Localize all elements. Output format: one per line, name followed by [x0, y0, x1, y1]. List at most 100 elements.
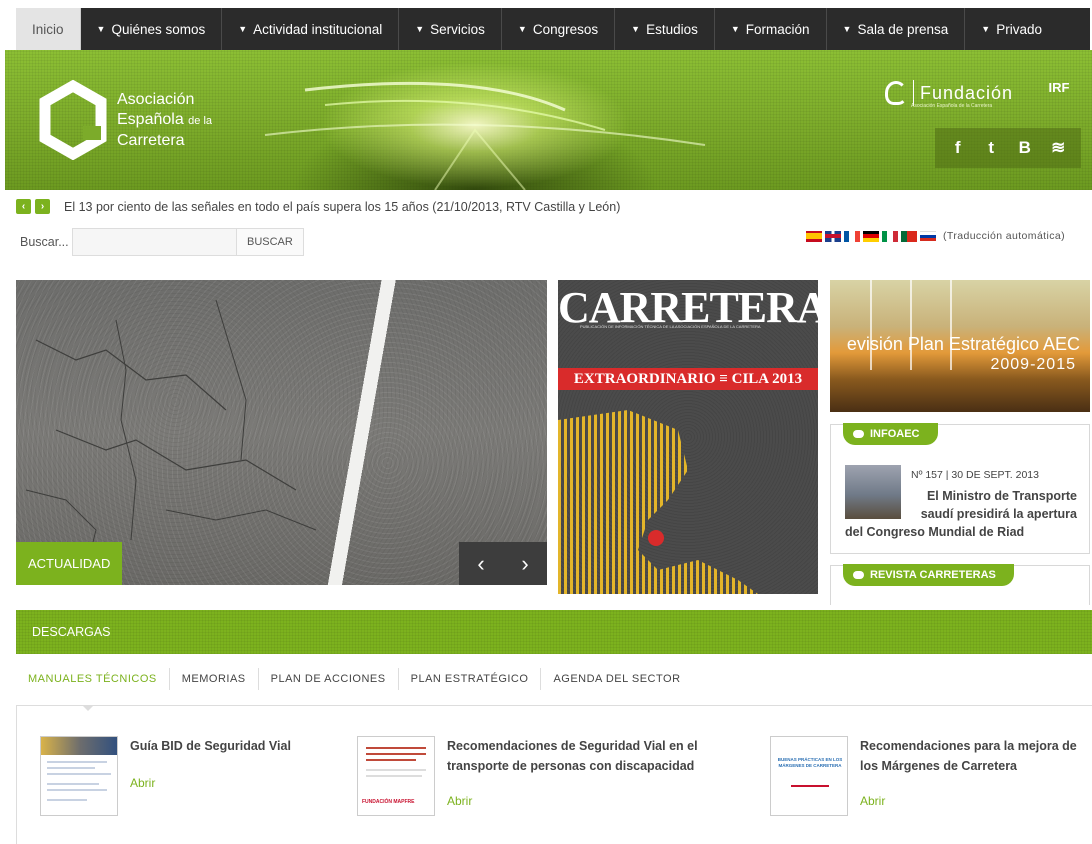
nav-item-sala-de-prensa[interactable]: ▼ Sala de prensa	[827, 8, 966, 50]
download-body: Recomendaciones de Seguridad Vial en el …	[447, 736, 727, 816]
news-ticker: ‹ › El 13 por ciento de las señales en t…	[16, 199, 620, 214]
blogger-icon[interactable]: B	[1011, 134, 1039, 162]
logo-line-2-main: Española	[117, 110, 184, 128]
tab-memorias[interactable]: MEMORIAS	[168, 668, 258, 690]
open-link[interactable]: Abrir	[447, 794, 472, 808]
page: Inicio ▼ Quiénes somos ▼ Actividad institu…	[0, 0, 1092, 844]
caret-down-icon: ▼	[517, 24, 527, 34]
nav-item-estudios[interactable]: ▼ Estudios	[615, 8, 715, 50]
search-input[interactable]	[72, 228, 237, 256]
document-thumbnail[interactable]: FUNDACIÓN MAPFRE	[357, 736, 435, 816]
nav-item-servicios[interactable]: ▼ Servicios	[399, 8, 502, 50]
banner-pole	[950, 280, 952, 370]
aec-logo-icon	[39, 80, 107, 160]
logo-line-2: Española de la	[117, 110, 212, 131]
logo-line-1: Asociación	[117, 90, 195, 108]
thumb-line	[366, 769, 426, 771]
tab-manuales-tecnicos[interactable]: MANUALES TÉCNICOS	[16, 668, 169, 690]
document-thumbnail[interactable]: BUENAS PRÁCTICAS EN LOS MÁRGENES DE CARR…	[770, 736, 848, 816]
headline-line: El Ministro de Transporte	[926, 489, 1077, 503]
thumb-line	[47, 789, 107, 791]
slider-next-button[interactable]: ›	[521, 551, 528, 577]
plan-estrategico-banner[interactable]: evisión Plan Estratégico AEC 2009-2015	[830, 280, 1090, 412]
ticker-prev-button[interactable]: ‹	[16, 199, 31, 214]
nav-label: Formación	[745, 21, 810, 37]
news-slider[interactable]: ACTUALIDAD ‹ ›	[16, 280, 547, 585]
asphalt-cracks-graphic	[25, 299, 317, 571]
thumb-line	[47, 761, 107, 763]
thumb-publisher: FUNDACIÓN MAPFRE	[362, 799, 415, 805]
german-flag-icon[interactable]	[863, 230, 879, 242]
infoaec-meta: Nº 157 | 30 DE SEPT. 2013	[911, 469, 1039, 481]
caret-down-icon: ▼	[842, 24, 852, 34]
french-flag-icon[interactable]	[844, 230, 860, 242]
thumb-line	[47, 767, 95, 769]
spanish-flag-icon[interactable]	[806, 230, 822, 242]
active-tab-notch	[82, 705, 94, 711]
search-button[interactable]: BUSCAR	[237, 228, 304, 256]
revista-tag-label: REVISTA CARRETERAS	[870, 569, 996, 581]
slider-category-label[interactable]: ACTUALIDAD	[16, 542, 123, 585]
plan-title: evisión Plan Estratégico AEC	[846, 334, 1080, 354]
caret-down-icon: ▼	[415, 24, 425, 34]
revista-tag[interactable]: REVISTA CARRETERAS	[843, 564, 1014, 586]
caret-down-icon: ▼	[730, 24, 740, 34]
downloads-tabs: MANUALES TÉCNICOS MEMORIAS PLAN DE ACCIO…	[16, 668, 693, 690]
italian-flag-icon[interactable]	[882, 230, 898, 242]
header-banner: Asociación Española de la Carretera Fund…	[5, 50, 1092, 190]
main-nav: Inicio ▼ Quiénes somos ▼ Actividad institu…	[16, 8, 1090, 50]
tab-plan-estrategico[interactable]: PLAN ESTRATÉGICO	[397, 668, 541, 690]
nav-item-congresos[interactable]: ▼ Congresos	[502, 8, 616, 50]
thumb-line	[47, 783, 99, 785]
nav-item-actividad[interactable]: ▼ Actividad institucional	[222, 8, 400, 50]
nav-item-inicio[interactable]: Inicio	[16, 8, 81, 50]
russian-flag-icon[interactable]	[920, 230, 936, 242]
aec-logo-link[interactable]: Asociación Española de la Carretera	[39, 80, 212, 160]
facebook-icon[interactable]: f	[944, 134, 972, 162]
ticker-next-button[interactable]: ›	[35, 199, 50, 214]
downloads-header: DESCARGAS	[16, 610, 1092, 654]
nav-label: Actividad institucional	[253, 21, 383, 37]
irf-logo-link[interactable]: IRF	[1039, 72, 1079, 104]
nav-label: Servicios	[430, 21, 485, 37]
nav-item-quienes-somos[interactable]: ▼ Quiénes somos	[81, 8, 223, 50]
translation-note: (Traducción automática)	[943, 230, 1066, 242]
slider-prev-button[interactable]: ‹	[477, 551, 484, 577]
nav-item-formacion[interactable]: ▼ Formación	[715, 8, 827, 50]
banner-pole	[910, 280, 912, 370]
infoaec-headline-link[interactable]: El Ministro de Transporte saudí presidir…	[845, 487, 1077, 541]
portuguese-flag-icon[interactable]	[901, 230, 917, 242]
headline-line: saudí presidirá la apertura	[920, 507, 1077, 521]
download-item: BUENAS PRÁCTICAS EN LOS MÁRGENES DE CARR…	[770, 736, 1080, 816]
twitter-icon[interactable]: t	[977, 134, 1005, 162]
document-thumbnail[interactable]	[40, 736, 118, 816]
content-left-rule	[16, 705, 17, 844]
revista-box: REVISTA CARRETERAS	[830, 564, 1090, 605]
rss-icon[interactable]: ≋	[1044, 134, 1072, 162]
tab-agenda-del-sector[interactable]: AGENDA DEL SECTOR	[540, 668, 692, 690]
english-flag-icon[interactable]	[825, 230, 841, 242]
nav-label: Quiénes somos	[111, 21, 206, 37]
caret-down-icon: ▼	[631, 24, 641, 34]
logo-line-2-small: de la	[188, 114, 213, 127]
download-title: Guía BID de Seguridad Vial	[130, 739, 291, 753]
open-link[interactable]: Abrir	[860, 794, 885, 808]
nav-label: Inicio	[32, 21, 64, 37]
caret-down-icon: ▼	[96, 24, 106, 34]
ticker-headline-link[interactable]: El 13 por ciento de las señales en todo …	[64, 200, 620, 214]
fundacion-label: Fundación	[920, 82, 1014, 103]
thumb-line	[47, 799, 87, 801]
download-body: Recomendaciones para la mejora de los Má…	[860, 736, 1080, 816]
tab-plan-de-acciones[interactable]: PLAN DE ACCIONES	[257, 668, 398, 690]
magazine-cover-link[interactable]: CARRETERAS PUBLICACIÓN DE INFORMACIÓN TÉ…	[558, 280, 818, 594]
nav-item-privado[interactable]: ▼ Privado	[965, 8, 1072, 50]
nav-label: Estudios	[646, 21, 698, 37]
thumb-line	[47, 773, 111, 775]
nav-label: Privado	[996, 21, 1042, 37]
fundacion-subtitle: Asociación Española de la Carretera	[911, 103, 993, 109]
caret-down-icon: ▼	[981, 24, 991, 34]
open-link[interactable]: Abrir	[130, 776, 155, 790]
download-title: Recomendaciones para la mejora de los Má…	[860, 739, 1077, 773]
infoaec-tag[interactable]: INFOAEC	[843, 423, 938, 445]
magazine-edition-banner: EXTRAORDINARIO ≡ CILA 2013	[558, 368, 818, 390]
